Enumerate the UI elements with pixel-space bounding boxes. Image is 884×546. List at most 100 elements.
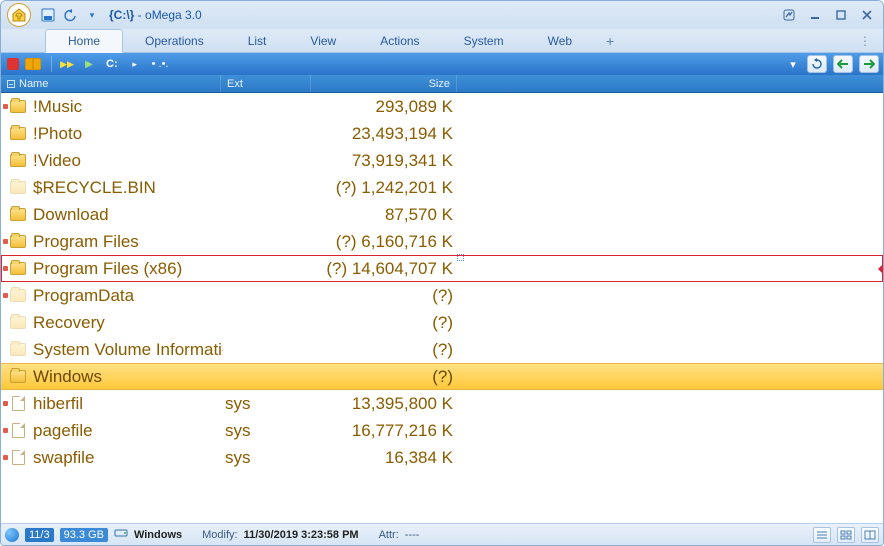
ribbon-tabs: HomeOperationsListViewActionsSystemWeb +… [1, 29, 883, 53]
nav-forward-button[interactable] [859, 55, 879, 73]
table-row[interactable]: Windows(?) [1, 363, 883, 390]
row-name: Recovery [31, 313, 223, 333]
free-space: 93.3 GB [60, 528, 108, 542]
table-row[interactable]: !Video 73,919,341 K [1, 147, 883, 174]
folder-icon [9, 368, 27, 386]
file-list[interactable]: !Music293,089 K!Photo23,493,194 K !Video 7… [1, 93, 883, 523]
column-ext-label: Ext [227, 78, 243, 90]
row-size: (?) [313, 367, 459, 387]
qat-dropdown-icon[interactable]: ▾ [83, 6, 101, 24]
table-row[interactable]: swapfilesys16,384 K [1, 444, 883, 471]
titlebar: ▾ {C:\} - oMega 3.0 [1, 1, 883, 29]
table-row[interactable]: hiberfilsys13,395,800 K [1, 390, 883, 417]
title-appname: oMega 3.0 [145, 8, 202, 22]
maximize-button[interactable] [831, 7, 851, 23]
tab-list[interactable]: List [226, 30, 289, 52]
globe-icon[interactable] [5, 528, 19, 542]
row-mark [1, 455, 9, 460]
table-row[interactable]: Program Files(?) 6,160,716 K [1, 228, 883, 255]
folder-icon [9, 152, 27, 170]
table-row[interactable]: ProgramData(?) [1, 282, 883, 309]
table-row[interactable]: Download87,570 K [1, 201, 883, 228]
folder-icon [9, 233, 27, 251]
minimize-button[interactable] [805, 7, 825, 23]
path-crumbs[interactable]: • .•. [148, 58, 173, 70]
tab-actions[interactable]: Actions [358, 30, 441, 52]
row-name: !Video [31, 151, 223, 171]
tab-web[interactable]: Web [526, 30, 594, 52]
file-icon [9, 395, 27, 413]
folder-icon [9, 287, 27, 305]
drive-letter[interactable]: C: [102, 58, 122, 70]
table-row[interactable]: !Music293,089 K [1, 93, 883, 120]
folder-icon [9, 206, 27, 224]
app-menu-button[interactable] [7, 3, 31, 27]
focus-indicator-icon [457, 254, 464, 261]
drive-status-icon [114, 527, 128, 542]
row-name: pagefile [31, 421, 223, 441]
row-size: 73,919,341 K [313, 151, 459, 171]
column-ext-header[interactable]: Ext [221, 75, 311, 92]
run-icon[interactable]: ▶ [80, 56, 98, 72]
row-ext: sys [223, 448, 313, 468]
file-icon [9, 422, 27, 440]
view-details-button[interactable] [813, 527, 831, 543]
ribbon-options-icon[interactable]: ⋮ [859, 34, 883, 48]
file-icon [9, 449, 27, 467]
table-row[interactable]: !Photo23,493,194 K [1, 120, 883, 147]
tab-operations[interactable]: Operations [123, 30, 226, 52]
stop-button[interactable] [7, 58, 19, 70]
help-icon[interactable] [779, 7, 799, 23]
play-icon[interactable]: ▶▶ [58, 56, 76, 72]
nav-back-button[interactable] [833, 55, 853, 73]
refresh-button[interactable] [807, 55, 827, 73]
row-size: 13,395,800 K [313, 394, 459, 414]
row-size: (?) 1,242,201 K [313, 178, 459, 198]
save-icon[interactable] [39, 6, 57, 24]
tab-home[interactable]: Home [45, 29, 123, 53]
attr-label: Attr: [379, 529, 399, 541]
row-mark [1, 239, 9, 244]
column-size-header[interactable]: Size [311, 75, 457, 92]
row-ext: sys [223, 394, 313, 414]
dual-pane-toggle[interactable] [25, 58, 41, 70]
row-size: (?) [313, 340, 459, 360]
modify-value: 11/30/2019 3:23:58 PM [244, 529, 359, 541]
table-row[interactable]: Program Files (x86)(?) 14,604,707 K [1, 255, 883, 282]
folder-icon [9, 98, 27, 116]
drive-bar: ▶▶ ▶ C: ▸ • .•. ▾ [1, 53, 883, 75]
omega-house-icon [11, 7, 27, 23]
tab-view[interactable]: View [288, 30, 358, 52]
column-name-header[interactable]: Name [1, 75, 221, 92]
tab-system[interactable]: System [442, 30, 526, 52]
drive-dropdown-icon[interactable]: ▸ [126, 56, 144, 72]
row-mark [1, 266, 9, 271]
row-mark [1, 401, 9, 406]
folder-icon [9, 179, 27, 197]
window-controls [779, 7, 877, 23]
table-row[interactable]: Recovery (?) [1, 309, 883, 336]
column-name-label: Name [19, 78, 48, 90]
modify-label: Modify: [202, 529, 237, 541]
table-row[interactable]: pagefilesys16,777,216 K [1, 417, 883, 444]
attr-value: ---- [405, 529, 420, 541]
row-name: hiberfil [31, 394, 223, 414]
folder-icon [9, 341, 27, 359]
view-panel-button[interactable] [861, 527, 879, 543]
close-button[interactable] [857, 7, 877, 23]
row-size: 16,384 K [313, 448, 459, 468]
add-tab-button[interactable]: + [594, 31, 626, 51]
folder-icon [9, 314, 27, 332]
title-path: {C:\} [109, 8, 134, 22]
tree-toggle-icon[interactable] [7, 80, 15, 88]
undo-icon[interactable] [61, 6, 79, 24]
history-dropdown-icon[interactable]: ▾ [785, 56, 801, 72]
row-size: (?) [313, 313, 459, 333]
row-size: 87,570 K [313, 205, 459, 225]
row-name: Program Files (x86) [31, 259, 223, 279]
row-mark [1, 104, 9, 109]
view-thumbs-button[interactable] [837, 527, 855, 543]
table-row[interactable]: $RECYCLE.BIN(?) 1,242,201 K [1, 174, 883, 201]
table-row[interactable]: System Volume Information(?) [1, 336, 883, 363]
row-name: !Photo [31, 124, 223, 144]
